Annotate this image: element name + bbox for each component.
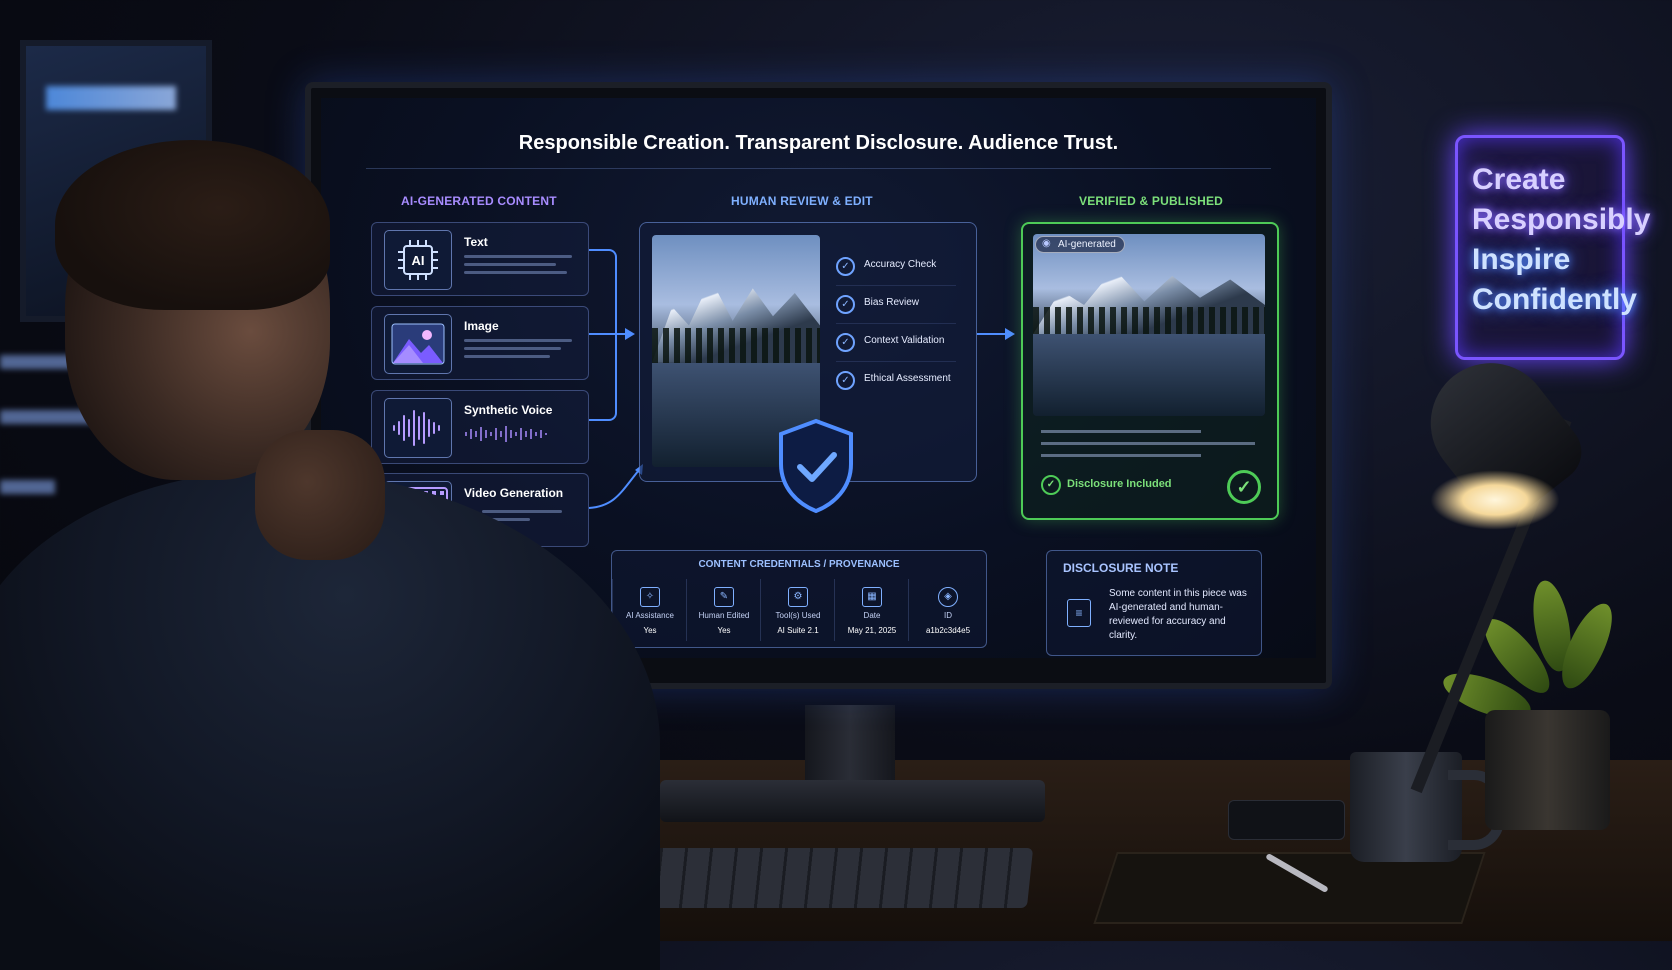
neon-line: Confidently (1472, 283, 1637, 316)
wall-light-strip (0, 480, 55, 494)
source-label: Synthetic Voice (464, 403, 553, 417)
disclosure-note-panel: DISCLOSURE NOTE ≡ Some content in this p… (1046, 550, 1262, 656)
source-card-text[interactable]: AI Text (371, 222, 589, 296)
text-lines (464, 255, 572, 279)
check-item: ✓ Ethical Assessment (836, 363, 956, 399)
page-title: Responsible Creation. Transparent Disclo… (518, 132, 1119, 154)
ai-chip-label: AI (412, 253, 425, 268)
credentials-title: CONTENT CREDENTIALS / PROVENANCE (698, 559, 900, 570)
neon-line: Inspire (1472, 243, 1571, 276)
tool-icon: ⚙ (788, 587, 808, 607)
check-item: ✓ Context Validation (836, 325, 956, 362)
credential-date: ▦ Date May 21, 2025 (834, 579, 909, 641)
plant-pot (1485, 710, 1610, 830)
text-line (1041, 454, 1201, 457)
edit-icon: ✎ (714, 587, 734, 607)
column-title-verified: VERIFIED & PUBLISHED (1079, 194, 1224, 208)
arrow-tip (1005, 328, 1015, 340)
neon-line: Responsibly (1472, 203, 1651, 236)
lamp-light (1430, 470, 1560, 530)
source-label: Image (464, 319, 499, 333)
credential-value: May 21, 2025 (847, 626, 897, 635)
check-item: ✓ Bias Review (836, 287, 956, 324)
check-icon: ✓ (836, 333, 855, 352)
wand-icon: ✧ (640, 587, 660, 607)
shield-check-icon (779, 418, 853, 514)
ai-chip-icon: AI (384, 230, 452, 290)
credential-id: ◈ ID a1b2c3d4e5 (908, 579, 987, 641)
ai-generated-badge: AI-generated (1035, 236, 1125, 253)
neon-sign: Create Responsibly Inspire Confidently (1455, 135, 1651, 360)
source-card-synthetic-voice[interactable]: Synthetic Voice (371, 390, 589, 464)
person-hair (55, 140, 330, 310)
credential-label: Tool(s) Used (775, 611, 821, 620)
disclosure-included-row: ✓ Disclosure Included (1041, 475, 1172, 495)
check-label: Accuracy Check (864, 259, 937, 270)
keyboard (631, 848, 1034, 908)
credential-tools-used: ⚙ Tool(s) Used AI Suite 2.1 (760, 579, 835, 641)
landscape-image (1033, 234, 1265, 416)
credential-value: AI Suite 2.1 (777, 626, 819, 635)
column-title-human-review: HUMAN REVIEW & EDIT (731, 194, 873, 208)
text-lines (464, 339, 572, 363)
check-icon: ✓ (1041, 475, 1061, 495)
disclosure-note-title: DISCLOSURE NOTE (1063, 561, 1179, 575)
credential-label: Date (863, 611, 881, 620)
text-line (1041, 442, 1255, 445)
divider (366, 168, 1271, 169)
person-hand (255, 430, 385, 560)
document-icon: ≡ (1067, 599, 1091, 627)
check-label: Ethical Assessment (864, 373, 951, 384)
disclosure-note-text: Some content in this piece was AI-genera… (1109, 588, 1247, 641)
connector-curve (588, 464, 643, 509)
check-label: Context Validation (864, 335, 945, 346)
column-title-ai-generated: AI-GENERATED CONTENT (401, 194, 557, 208)
check-label: Bias Review (864, 297, 920, 308)
verified-published-panel: AI-generated ✓ Disclosure Included ✓ (1021, 222, 1279, 520)
arrow-tip (625, 328, 635, 340)
credential-value: a1b2c3d4e5 (925, 626, 971, 635)
source-label: Video Generation (464, 486, 564, 500)
credential-label: AI Assistance (625, 611, 675, 620)
notebook (1093, 852, 1486, 924)
check-icon: ✓ (836, 371, 855, 390)
credential-value: Yes (717, 626, 731, 635)
router-device (1228, 800, 1345, 840)
connector-bracket (589, 249, 617, 421)
small-waveform-icon (465, 426, 547, 442)
monitor-stand-base (660, 780, 1045, 822)
check-icon: ✓ (836, 257, 855, 276)
disclosure-included-label: Disclosure Included (1067, 478, 1172, 490)
waveform-icon (384, 398, 452, 458)
credential-human-edited: ✎ Human Edited Yes (686, 579, 761, 641)
check-item: ✓ Accuracy Check (836, 249, 956, 286)
credential-label: Human Edited (698, 611, 750, 620)
fingerprint-icon: ◈ (938, 587, 958, 607)
source-card-image[interactable]: Image (371, 306, 589, 380)
coffee-mug (1350, 752, 1462, 862)
monitor-stand (805, 705, 895, 785)
credential-label: ID (944, 611, 952, 620)
source-label: Text (464, 235, 488, 249)
connector-arrow (589, 333, 629, 335)
calendar-icon: ▦ (862, 587, 882, 607)
image-icon (384, 314, 452, 374)
text-line (1041, 430, 1201, 433)
verified-check-icon: ✓ (1227, 470, 1261, 504)
check-icon: ✓ (836, 295, 855, 314)
content-credentials-panel: CONTENT CREDENTIALS / PROVENANCE ✧ AI As… (611, 550, 987, 648)
neon-line: Create (1472, 163, 1566, 196)
